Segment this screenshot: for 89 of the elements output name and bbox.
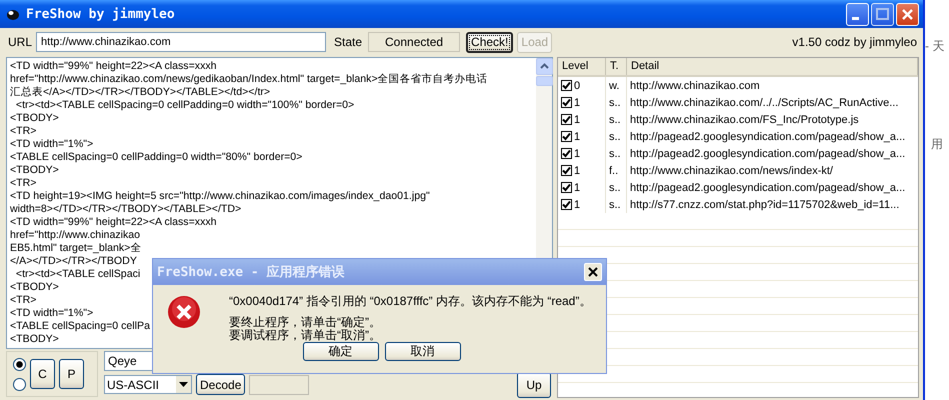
code-line: </A></TD></TR></TBODY bbox=[10, 255, 137, 268]
detail-cell: http://s77.cnzz.com/stat.php?id=1175702&web_id=11... bbox=[630, 198, 900, 210]
type-cell: s.. bbox=[609, 114, 621, 126]
type-cell: s.. bbox=[609, 130, 621, 142]
code-line: href="http://www.chinazikao bbox=[10, 229, 140, 242]
background-text: 用 bbox=[931, 136, 943, 153]
detail-cell: http://pagead2.googlesyndication.com/pagead/show_a... bbox=[630, 182, 906, 194]
error-icon bbox=[167, 295, 201, 329]
dialog-button[interactable]: 确定 bbox=[302, 342, 378, 361]
scroll-up-icon[interactable] bbox=[536, 58, 553, 75]
state-label: State bbox=[334, 35, 362, 49]
url-field[interactable]: http://www.chinazikao.com bbox=[36, 32, 326, 52]
error-message: “0x0040d174” 指令引用的 “0x0187fffc” 内存。该内存不能为 “read”。 bbox=[229, 295, 592, 308]
type-cell: s.. bbox=[609, 198, 621, 210]
code-line: <TBODY> bbox=[10, 281, 59, 294]
checkbox[interactable] bbox=[561, 131, 572, 142]
maximize-button[interactable] bbox=[871, 2, 894, 26]
checkbox[interactable] bbox=[561, 199, 572, 210]
detail-cell: http://pagead2.googlesyndication.com/pagead/show_a... bbox=[630, 130, 906, 142]
column-header[interactable]: T. bbox=[606, 58, 627, 75]
type-cell: s.. bbox=[609, 96, 621, 108]
column-header[interactable]: Detail bbox=[627, 58, 918, 75]
background-text: - 天 bbox=[925, 38, 944, 55]
code-line: href="http://www.chinazikao.com/news/gedikaoban/Index.html" target=_blank>全国各省市自考办电话 bbox=[10, 73, 488, 86]
code-line: <TD width="99%" height=22><A class=xxxh bbox=[10, 216, 217, 229]
level-cell: 1 bbox=[574, 182, 580, 194]
code-line: width=8></TD></TR></TBODY></TABLE></TD> bbox=[10, 203, 242, 216]
close-icon bbox=[588, 267, 598, 277]
code-line: <TR> bbox=[10, 125, 36, 138]
minimize-button[interactable] bbox=[846, 2, 869, 26]
code-line: <tr><td><TABLE cellSpaci bbox=[14, 268, 140, 281]
detail-cell: http://www.chinazikao.com/../../Scripts/AC_RunActive... bbox=[630, 96, 898, 108]
level-cell: 1 bbox=[574, 130, 580, 142]
close-button[interactable] bbox=[584, 263, 602, 281]
code-line: <TBODY> bbox=[10, 112, 59, 125]
checkbox[interactable] bbox=[561, 182, 572, 193]
url-label: URL bbox=[8, 35, 32, 49]
code-line: <TD height=19><IMG height=5 src="http://www.chinazikao.com/images/index_dao01.jpg" bbox=[10, 190, 430, 203]
code-line: <TABLE cellSpacing=0 cellPa bbox=[10, 320, 150, 333]
radio-button[interactable] bbox=[13, 378, 26, 390]
code-line: <TR> bbox=[10, 294, 36, 307]
app-icon bbox=[6, 7, 20, 21]
checkbox[interactable] bbox=[561, 165, 572, 176]
code-line: <TBODY> bbox=[10, 333, 59, 346]
type-cell: f.. bbox=[609, 164, 618, 176]
dialog-button[interactable]: 取消 bbox=[384, 342, 460, 361]
level-cell: 1 bbox=[574, 198, 580, 210]
code-line: <TABLE cellSpacing=0 cellPadding=0 width="80%" border=0> bbox=[10, 151, 302, 164]
code-line: <TBODY> bbox=[10, 164, 59, 177]
code-line: <TD width="1%"> bbox=[10, 307, 94, 320]
scroll-thumb[interactable] bbox=[536, 76, 553, 86]
instruction-text: 要终止程序，请单击“确定”。 bbox=[229, 316, 381, 329]
type-cell: s.. bbox=[609, 182, 621, 194]
detail-cell: http://www.chinazikao.com bbox=[630, 80, 760, 92]
mode-button[interactable]: C bbox=[30, 359, 55, 389]
code-line: <TD width="99%" height=22><A class=xxxh bbox=[10, 60, 217, 73]
level-cell: 1 bbox=[574, 148, 580, 160]
column-header[interactable]: Level bbox=[558, 58, 606, 75]
level-cell: 1 bbox=[574, 114, 580, 126]
mode-button[interactable]: P bbox=[59, 359, 84, 389]
type-cell: w. bbox=[609, 80, 620, 92]
up-button[interactable]: Up bbox=[517, 372, 551, 398]
output-field[interactable] bbox=[249, 374, 310, 394]
level-cell: 1 bbox=[574, 164, 580, 176]
code-line: <TR> bbox=[10, 177, 36, 190]
checkbox[interactable] bbox=[561, 97, 572, 108]
code-line: <TD width="1%"> bbox=[10, 138, 94, 151]
encoding-dropdown[interactable]: US-ASCII bbox=[104, 375, 192, 394]
toolbar-button[interactable]: Check! bbox=[466, 32, 514, 52]
code-line: EB5.html" target=_blank>全 bbox=[10, 242, 142, 255]
checkbox[interactable] bbox=[561, 80, 572, 91]
detail-cell: http://www.chinazikao.com/FS_Inc/Prototype.js bbox=[630, 114, 859, 126]
detail-cell: http://pagead2.googlesyndication.com/pagead/show_a... bbox=[630, 148, 906, 160]
state-display: Connected bbox=[368, 32, 460, 52]
decode-button[interactable]: Decode bbox=[196, 374, 246, 395]
radio-button[interactable] bbox=[13, 358, 26, 370]
code-line: <tr><td><TABLE cellSpacing=0 cellPadding=0 width="100%" border=0> bbox=[14, 99, 354, 112]
level-cell: 1 bbox=[574, 96, 580, 108]
type-cell: s.. bbox=[609, 148, 621, 160]
window-title: FreShow by jimmyleo bbox=[26, 6, 176, 22]
code-line: 汇总表</A></TD></TR></TBODY></TABLE></td></tr> bbox=[10, 86, 270, 99]
version-text: v1.50 codz by jimmyleo bbox=[792, 35, 917, 49]
detail-cell: http://www.chinazikao.com/news/index-kt/ bbox=[630, 164, 833, 176]
level-cell: 0 bbox=[574, 80, 580, 92]
minimize-icon bbox=[852, 16, 859, 20]
checkbox[interactable] bbox=[561, 114, 572, 125]
checkbox[interactable] bbox=[561, 148, 572, 159]
dialog-title: FreShow.exe - 应用程序错误 bbox=[157, 264, 345, 281]
instruction-text: 要调试程序，请单击“取消”。 bbox=[229, 329, 381, 342]
